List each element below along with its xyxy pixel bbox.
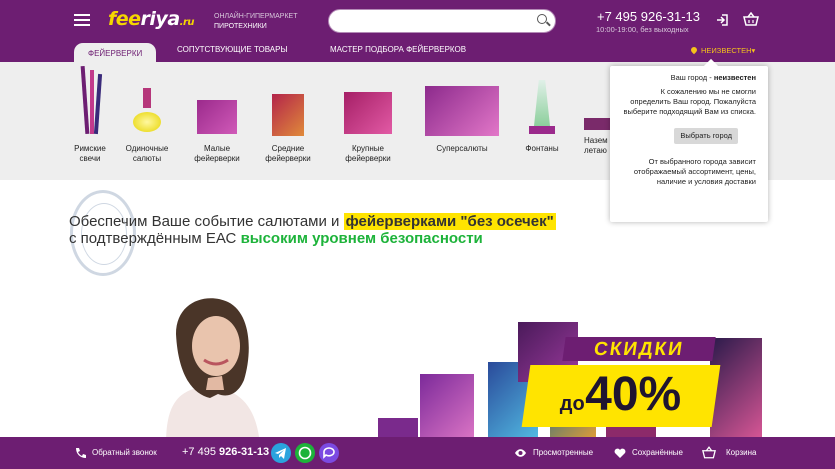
- category-label: фейерверки: [265, 154, 311, 163]
- small-fireworks-image: [195, 66, 239, 136]
- telegram-icon[interactable]: [271, 443, 291, 463]
- sale-badge: СКИДКИ до40%: [520, 337, 721, 435]
- logo-part1: fee: [108, 8, 141, 30]
- medium-fireworks-image: [268, 66, 308, 136]
- category-label: Крупные: [352, 144, 384, 153]
- search-input[interactable]: [328, 9, 556, 33]
- viewed-link[interactable]: Просмотренные: [533, 448, 593, 457]
- category-label: фейерверки: [345, 154, 391, 163]
- choose-city-button[interactable]: Выбрать город: [674, 128, 738, 144]
- logo[interactable]: feeriya.ru: [108, 8, 195, 30]
- footer-phone-number: 926-31-13: [219, 446, 270, 458]
- category-label: салюты: [132, 154, 162, 163]
- category-large-fireworks[interactable]: Крупные фейерверки: [338, 66, 398, 164]
- footer-basket-icon: [702, 446, 716, 459]
- popup-title-prefix: Ваш город -: [670, 73, 714, 82]
- menu-icon[interactable]: [74, 14, 90, 26]
- category-medium-fireworks[interactable]: Средние фейерверки: [260, 66, 316, 164]
- category-label: летаю: [584, 146, 607, 155]
- logo-suffix: .ru: [179, 17, 195, 28]
- popup-note: От выбранного города зависит отображаемы…: [633, 157, 756, 186]
- header: feeriya.ru ОНЛАЙН-ГИПЕРМАРКЕТ ПИРОТЕХНИКИ…: [0, 0, 835, 62]
- ground-flying-image: [584, 66, 610, 136]
- category-small-fireworks[interactable]: Малые фейерверки: [190, 66, 244, 164]
- whatsapp-icon[interactable]: [295, 443, 315, 463]
- popup-title-city: неизвестен: [713, 73, 756, 82]
- location-pin-icon: [689, 45, 699, 55]
- bottom-bar: Обратный звонок +7 495 926-31-13 Просмот…: [0, 437, 835, 469]
- single-salutes-image: [129, 66, 165, 136]
- basket-link[interactable]: Корзина: [726, 448, 756, 457]
- login-icon[interactable]: [716, 14, 728, 26]
- category-roman-candles[interactable]: Римские свечи: [68, 65, 112, 164]
- viber-icon[interactable]: [319, 443, 339, 463]
- hero-line1: Обеспечим Ваше событие салютами и: [69, 213, 344, 230]
- category-supersalutes[interactable]: Суперсалюты: [420, 66, 504, 154]
- city-popup: Ваш город - неизвестен К сожалению мы не…: [610, 66, 768, 222]
- sale-prefix: до: [559, 393, 585, 415]
- basket-icon[interactable]: [743, 12, 759, 26]
- category-label: Средние: [271, 144, 305, 153]
- city-label: НЕИЗВЕСТЕН: [701, 46, 752, 55]
- hero-line2-highlight: высоким уровнем безопасности: [240, 230, 483, 247]
- phone-icon: [76, 448, 86, 458]
- category-fountains[interactable]: Фонтаны: [518, 66, 566, 154]
- fountains-image: [527, 66, 557, 136]
- city-selector[interactable]: НЕИЗВЕСТЕН▾: [689, 45, 755, 55]
- woman-image: [166, 298, 259, 437]
- tab-fireworks[interactable]: ФЕЙЕРВЕРКИ: [74, 43, 157, 62]
- tab-selection-wizard[interactable]: МАСТЕР ПОДБОРА ФЕЙЕРВЕРКОВ: [330, 45, 466, 54]
- tagline-line1: ОНЛАЙН-ГИПЕРМАРКЕТ: [214, 13, 298, 20]
- category-label: Суперсалюты: [436, 144, 488, 153]
- working-hours: 10:00-19:00, без выходных: [596, 25, 689, 34]
- large-fireworks-image: [344, 66, 392, 136]
- tagline: ОНЛАЙН-ГИПЕРМАРКЕТ ПИРОТЕХНИКИ: [214, 12, 297, 32]
- hero-line2: с подтверждённым ЕАС: [69, 230, 241, 247]
- category-label: свечи: [79, 154, 101, 163]
- callback-link[interactable]: Обратный звонок: [92, 448, 157, 457]
- tagline-line2: ПИРОТЕХНИКИ: [214, 23, 267, 30]
- category-label: Фонтаны: [525, 144, 559, 153]
- supersalutes-image: [425, 66, 499, 136]
- eye-icon: [515, 449, 526, 457]
- hero-line1-highlight: фейерверками "без осечек": [343, 213, 556, 230]
- category-label: фейерверки: [194, 154, 240, 163]
- tab-accessories[interactable]: СОПУТСТВУЮЩИЕ ТОВАРЫ: [177, 45, 288, 54]
- category-label: Малые: [203, 144, 231, 153]
- footer-phone-prefix: +7 495: [182, 446, 220, 458]
- roman-candles-image: [75, 65, 105, 136]
- search-icon[interactable]: [537, 14, 547, 24]
- category-single-salutes[interactable]: Одиночные салюты: [120, 66, 174, 164]
- heart-icon: [614, 448, 626, 458]
- footer-phone[interactable]: +7 495 926-31-13: [182, 446, 269, 458]
- category-label: Одиночные: [125, 144, 169, 153]
- sale-bottom: до40%: [521, 365, 721, 427]
- sale-top: СКИДКИ: [562, 337, 716, 361]
- popup-title: Ваш город - неизвестен: [618, 73, 756, 83]
- popup-message: К сожалению мы не смогли определить Ваш …: [623, 87, 757, 116]
- header-phone[interactable]: +7 495 926-31-13: [597, 9, 700, 24]
- category-label: Римские: [74, 144, 106, 153]
- saved-link[interactable]: Сохранённые: [632, 448, 683, 457]
- sale-percent: 40%: [585, 368, 682, 421]
- hero-headline: Обеспечим Ваше событие салютами и фейерв…: [69, 213, 556, 247]
- category-label: Назем: [584, 136, 608, 145]
- logo-part2: riya: [140, 8, 181, 30]
